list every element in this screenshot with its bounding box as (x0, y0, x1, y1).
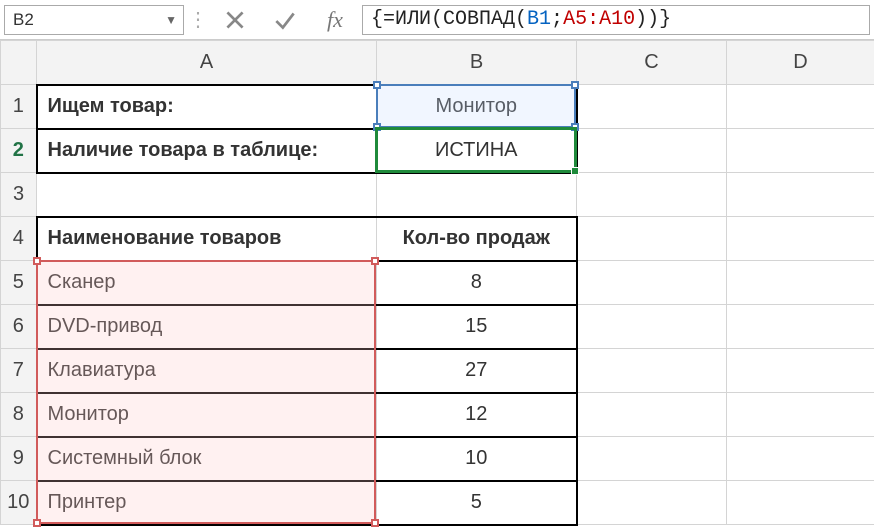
x-icon (222, 7, 248, 33)
cell-value: 8 (377, 262, 576, 304)
cell-B3[interactable] (377, 173, 577, 217)
col-header-A[interactable]: A (37, 41, 377, 85)
name-box[interactable]: B2 ▼ (4, 5, 184, 35)
cell-B6[interactable]: 15 (377, 305, 577, 349)
insert-function-button[interactable]: fx (312, 5, 358, 35)
cell-D6[interactable] (727, 305, 874, 349)
cell-value: ИСТИНА (377, 130, 576, 172)
cell-D2[interactable] (727, 129, 874, 173)
cell-value: 5 (377, 482, 576, 524)
cell-A2[interactable]: Наличие товара в таблице: (37, 129, 377, 173)
cell-A1[interactable]: Ищем товар: (37, 85, 377, 129)
formula-bar: B2 ▼ ⋮ fx {=ИЛИ(СОВПАД(B1;A5:A10))} (0, 0, 874, 40)
cell-value: 15 (377, 306, 576, 348)
cell-C6[interactable] (577, 305, 727, 349)
name-box-value: B2 (13, 10, 34, 30)
cell-D3[interactable] (727, 173, 874, 217)
cell-A7[interactable]: Клавиатура (37, 349, 377, 393)
cell-value: Сканер (38, 262, 377, 304)
formula-ref-blue: B1 (527, 8, 551, 31)
row-header-4[interactable]: 4 (1, 217, 37, 261)
col-header-D[interactable]: D (727, 41, 874, 85)
formula-suffix: ))} (635, 8, 671, 31)
cell-B7[interactable]: 27 (377, 349, 577, 393)
row-header-9[interactable]: 9 (1, 437, 37, 481)
formula-ref-red: A5:A10 (563, 8, 635, 31)
cell-D9[interactable] (727, 437, 874, 481)
cell-value: Кол-во продаж (377, 218, 576, 260)
accept-formula-button[interactable] (262, 5, 308, 35)
fx-icon: fx (327, 7, 343, 33)
cell-C9[interactable] (577, 437, 727, 481)
cell-value: Монитор (377, 86, 576, 128)
cell-B5[interactable]: 8 (377, 261, 577, 305)
spreadsheet-grid[interactable]: A B C D 1 Ищем товар: Монитор 2 Наличие … (0, 40, 874, 526)
cell-B4[interactable]: Кол-во продаж (377, 217, 577, 261)
cell-C1[interactable] (577, 85, 727, 129)
row-header-8[interactable]: 8 (1, 393, 37, 437)
select-all-corner[interactable] (1, 41, 37, 85)
cell-C4[interactable] (577, 217, 727, 261)
cell-B1[interactable]: Монитор (377, 85, 577, 129)
row-header-1[interactable]: 1 (1, 85, 37, 129)
cell-value: 10 (377, 438, 576, 480)
formula-input[interactable]: {=ИЛИ(СОВПАД(B1;A5:A10))} (362, 5, 870, 35)
cancel-formula-button[interactable] (212, 5, 258, 35)
formula-text: {=ИЛИ(СОВПАД( (371, 8, 527, 31)
fill-handle[interactable] (571, 167, 579, 175)
col-header-C[interactable]: C (577, 41, 727, 85)
cell-D8[interactable] (727, 393, 874, 437)
cell-value: Принтер (38, 482, 377, 524)
row-header-2[interactable]: 2 (1, 129, 37, 173)
cell-A4[interactable]: Наименование товаров (37, 217, 377, 261)
cell-B8[interactable]: 12 (377, 393, 577, 437)
cell-value: Монитор (38, 394, 377, 436)
separator-icon: ⋮ (188, 7, 208, 32)
cell-C5[interactable] (577, 261, 727, 305)
cell-B9[interactable]: 10 (377, 437, 577, 481)
cell-value: 12 (377, 394, 576, 436)
cell-D1[interactable] (727, 85, 874, 129)
check-icon (272, 7, 298, 33)
cell-C3[interactable] (577, 173, 727, 217)
row-header-6[interactable]: 6 (1, 305, 37, 349)
cell-value: Наличие товара в таблице: (38, 130, 377, 172)
row-header-3[interactable]: 3 (1, 173, 37, 217)
cell-C8[interactable] (577, 393, 727, 437)
cell-D5[interactable] (727, 261, 874, 305)
cell-A3[interactable] (37, 173, 377, 217)
cell-value: Системный блок (38, 438, 377, 480)
cell-C2[interactable] (577, 129, 727, 173)
formula-sep: ; (551, 8, 563, 31)
cell-D4[interactable] (727, 217, 874, 261)
cell-value: 27 (377, 350, 576, 392)
cell-value: Клавиатура (38, 350, 377, 392)
cell-D7[interactable] (727, 349, 874, 393)
row-header-7[interactable]: 7 (1, 349, 37, 393)
cell-value: Наименование товаров (38, 218, 377, 260)
chevron-down-icon[interactable]: ▼ (165, 13, 177, 27)
row-header-5[interactable]: 5 (1, 261, 37, 305)
cell-value: DVD-привод (38, 306, 377, 348)
col-header-B[interactable]: B (377, 41, 577, 85)
cell-B2[interactable]: ИСТИНА (377, 129, 577, 173)
cell-A9[interactable]: Системный блок (37, 437, 377, 481)
cell-C7[interactable] (577, 349, 727, 393)
cell-value: Ищем товар: (38, 86, 377, 128)
cell-A5[interactable]: Сканер (37, 261, 377, 305)
cell-A8[interactable]: Монитор (37, 393, 377, 437)
cell-A6[interactable]: DVD-привод (37, 305, 377, 349)
